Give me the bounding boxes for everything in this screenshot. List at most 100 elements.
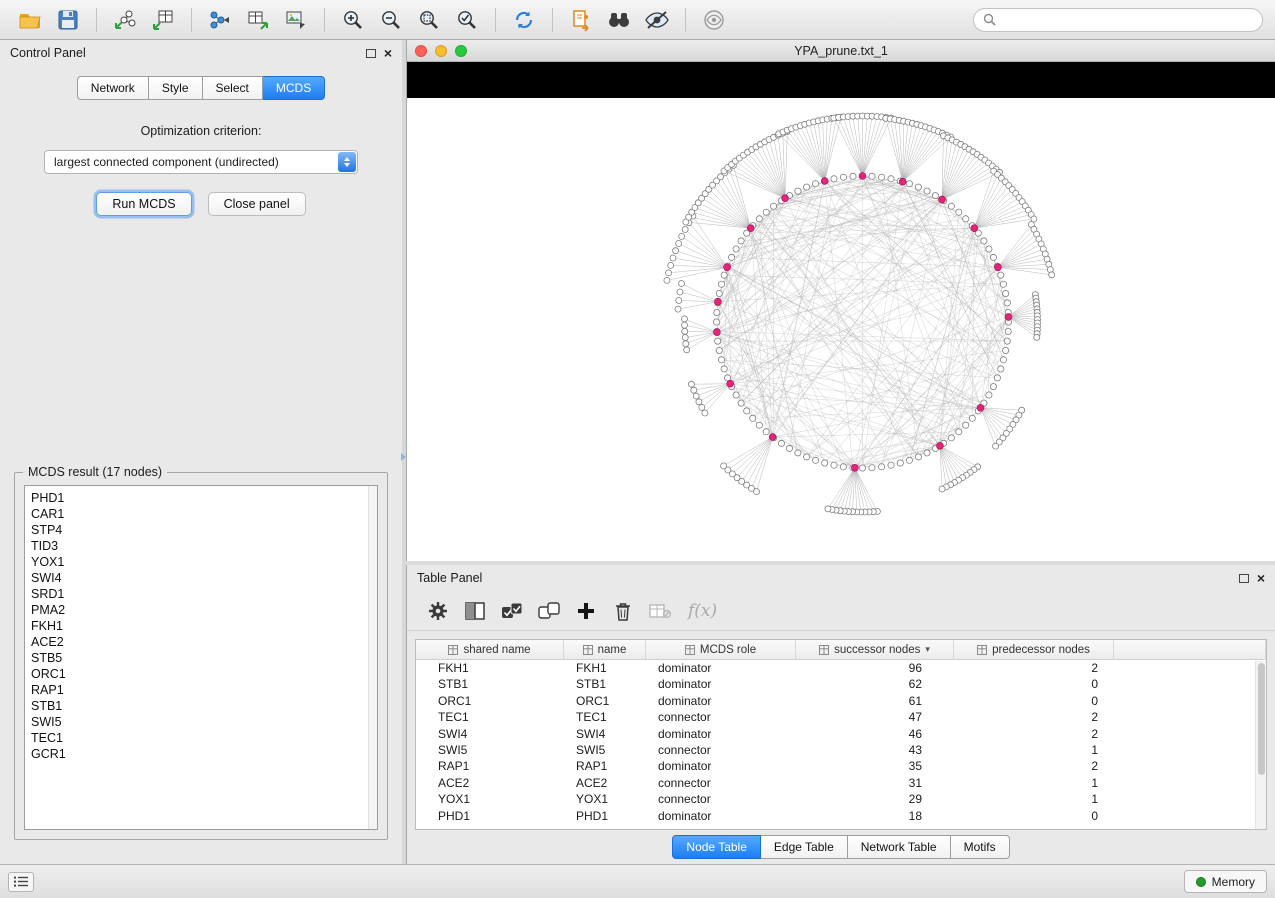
share-document-icon[interactable] (563, 4, 599, 36)
mcds-result-item[interactable]: SWI4 (31, 570, 377, 586)
tab-network-table[interactable]: Network Table (848, 835, 951, 859)
minimize-window-icon[interactable] (435, 45, 447, 57)
column-header-predecessor-nodes[interactable]: predecessor nodes (954, 640, 1114, 660)
mcds-result-item[interactable]: FKH1 (31, 618, 377, 634)
network-titlebar[interactable]: YPA_prune.txt_1 (407, 40, 1275, 62)
maximize-window-icon[interactable] (455, 45, 467, 57)
save-session-icon[interactable] (50, 4, 86, 36)
run-mcds-button[interactable]: Run MCDS (96, 192, 191, 216)
close-window-icon[interactable] (415, 45, 427, 57)
mcds-result-item[interactable]: RAP1 (31, 682, 377, 698)
apply-function-icon[interactable]: f(x) (688, 601, 717, 621)
memory-button[interactable]: Memory (1184, 870, 1267, 893)
toolbar-separator (685, 8, 686, 32)
control-panel-title: Control Panel (10, 46, 358, 60)
table-tabs: Node TableEdge TableNetwork TableMotifs (407, 830, 1275, 864)
table-row[interactable]: ACE2ACE2connector311 (416, 775, 1266, 791)
mcds-result-item[interactable]: PMA2 (31, 602, 377, 618)
table-cell: ACE2 (416, 775, 564, 791)
table-cell: ORC1 (416, 693, 564, 709)
tab-motifs[interactable]: Motifs (951, 835, 1010, 859)
close-panel-button[interactable]: Close panel (208, 192, 306, 216)
export-image-icon[interactable] (278, 4, 314, 36)
tab-edge-table[interactable]: Edge Table (761, 835, 848, 859)
mcds-result-item[interactable]: CAR1 (31, 506, 377, 522)
table-cell: 1 (954, 775, 1114, 791)
mcds-result-list[interactable]: PHD1CAR1STP4TID3YOX1SWI4SRD1PMA2FKH1ACE2… (24, 485, 378, 830)
tab-select[interactable]: Select (203, 76, 263, 100)
import-network-icon[interactable] (107, 4, 143, 36)
float-panel-icon[interactable] (1239, 574, 1249, 583)
table-cell: 1 (954, 791, 1114, 807)
column-header-mcds-role[interactable]: MCDS role (646, 640, 796, 660)
export-table-icon[interactable] (240, 4, 276, 36)
mcds-result-item[interactable]: TID3 (31, 538, 377, 554)
tab-network[interactable]: Network (77, 76, 149, 100)
select-all-icon[interactable] (497, 596, 527, 626)
toolbar-separator (191, 8, 192, 32)
search-network-icon[interactable] (601, 4, 637, 36)
close-panel-icon[interactable]: × (384, 46, 392, 60)
spacer (13, 216, 389, 472)
table-row[interactable]: SWI5SWI5connector431 (416, 742, 1266, 758)
table-row[interactable]: TEC1TEC1connector472 (416, 709, 1266, 725)
show-columns-icon[interactable] (460, 596, 490, 626)
table-scrollbar[interactable] (1255, 661, 1266, 829)
close-panel-icon[interactable]: × (1257, 571, 1265, 585)
zoom-in-icon[interactable] (335, 4, 371, 36)
unselect-all-icon[interactable] (534, 596, 564, 626)
main-toolbar (0, 0, 1275, 40)
table-row[interactable]: SWI4SWI4dominator462 (416, 726, 1266, 742)
mcds-result-item[interactable]: ORC1 (31, 666, 377, 682)
table-scrollbar-thumb[interactable] (1258, 663, 1265, 775)
table-row[interactable]: ORC1ORC1dominator610 (416, 693, 1266, 709)
zoom-selected-icon[interactable] (449, 4, 485, 36)
panel-splitter[interactable] (402, 40, 406, 864)
tab-style[interactable]: Style (149, 76, 203, 100)
search-icon (983, 13, 996, 26)
refresh-icon[interactable] (506, 4, 542, 36)
delete-column-icon[interactable] (608, 596, 638, 626)
float-panel-icon[interactable] (366, 49, 376, 58)
column-header-filler (1114, 640, 1266, 660)
result-scrollbar-track[interactable] (368, 486, 377, 829)
mcds-result-item[interactable]: GCR1 (31, 746, 377, 762)
table-cell: 47 (796, 709, 954, 725)
table-row[interactable]: FKH1FKH1dominator962 (416, 660, 1266, 676)
mcds-result-item[interactable]: YOX1 (31, 554, 377, 570)
tab-mcds[interactable]: MCDS (263, 76, 325, 100)
settings-gear-icon[interactable] (423, 596, 453, 626)
zoom-fit-icon[interactable] (411, 4, 447, 36)
column-header-shared-name[interactable]: shared name (416, 640, 564, 660)
table-cell: connector (646, 709, 796, 725)
birdseye-icon[interactable] (696, 4, 732, 36)
mcds-result-item[interactable]: STB1 (31, 698, 377, 714)
search-input[interactable] (1002, 13, 1253, 27)
table-row[interactable]: STB1STB1dominator620 (416, 676, 1266, 692)
mcds-result-item[interactable]: TEC1 (31, 730, 377, 746)
table-cell: RAP1 (416, 758, 564, 774)
import-table-icon[interactable] (145, 4, 181, 36)
tab-node-table[interactable]: Node Table (672, 835, 761, 859)
global-search-field[interactable] (973, 8, 1263, 32)
zoom-out-icon[interactable] (373, 4, 409, 36)
mcds-result-item[interactable]: STP4 (31, 522, 377, 538)
panel-menu-icon[interactable] (8, 872, 34, 892)
mcds-result-item[interactable]: ACE2 (31, 634, 377, 650)
mcds-result-item[interactable]: PHD1 (31, 490, 377, 506)
mcds-result-item[interactable]: SRD1 (31, 586, 377, 602)
add-column-icon[interactable] (571, 596, 601, 626)
table-row[interactable]: RAP1RAP1dominator352 (416, 758, 1266, 774)
export-network-icon[interactable] (202, 4, 238, 36)
hide-graphics-icon[interactable] (639, 4, 675, 36)
table-row[interactable]: PHD1PHD1dominator180 (416, 808, 1266, 824)
network-canvas[interactable] (407, 98, 1275, 561)
column-header-successor-nodes[interactable]: successor nodes▾ (796, 640, 954, 660)
table-row[interactable]: YOX1YOX1connector291 (416, 791, 1266, 807)
mcds-result-item[interactable]: STB5 (31, 650, 377, 666)
column-header-name[interactable]: name (564, 640, 646, 660)
open-session-icon[interactable] (12, 4, 48, 36)
criterion-dropdown[interactable]: largest connected component (undirected) (44, 150, 358, 174)
control-panel: Control Panel × NetworkStyleSelectMCDS O… (0, 40, 402, 864)
mcds-result-item[interactable]: SWI5 (31, 714, 377, 730)
